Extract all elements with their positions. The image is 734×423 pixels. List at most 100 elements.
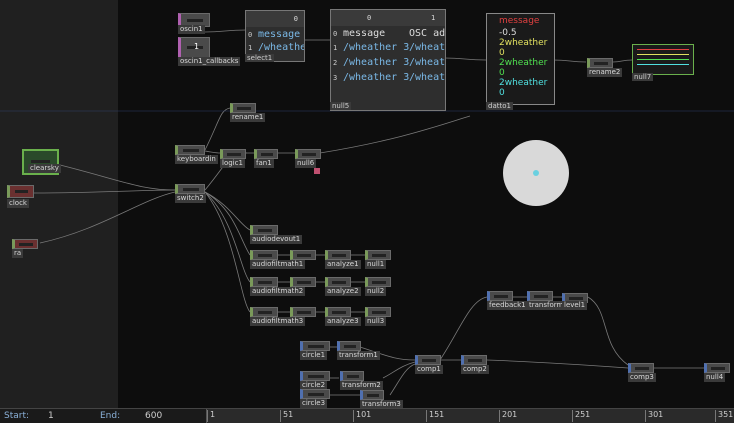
timeline-bar[interactable]: Start: 1 End: 600 1 51 101 151 201 251 3… [0, 408, 734, 423]
timeline-ruler[interactable]: 1 51 101 151 201 251 301 351 [206, 409, 734, 423]
clock-body[interactable] [7, 185, 34, 198]
comp3-body[interactable] [628, 363, 654, 373]
audiofiltmath1-body[interactable] [250, 250, 278, 260]
null2-node[interactable]: null2 [365, 277, 391, 297]
comp3-node[interactable]: comp3 [628, 363, 656, 383]
circle1-node[interactable]: circle1 [300, 341, 330, 361]
null5-viewer[interactable]: 0 1 0 message OSC add 1/wheather 3/wheathe… [330, 9, 446, 111]
switch2-node[interactable]: switch2 [175, 184, 206, 204]
comp1-node[interactable]: comp1 [415, 355, 443, 375]
tick-201: 201 [499, 410, 517, 422]
null1-node[interactable]: null1 [365, 250, 391, 270]
audiofiltmath2-b-body[interactable] [290, 277, 316, 287]
null3-body[interactable] [365, 307, 391, 317]
transform1-body[interactable] [337, 341, 361, 351]
transform-body[interactable] [527, 291, 553, 301]
transform2-node[interactable]: transform2 [340, 371, 384, 391]
circle2-node[interactable]: circle2 [300, 371, 330, 391]
analyze3-body[interactable] [325, 307, 351, 317]
null6-node[interactable]: null6 [295, 149, 321, 169]
keyboardin-node[interactable]: keyboardin [175, 145, 218, 165]
logic1-body[interactable] [220, 149, 246, 159]
null6-body[interactable] [295, 149, 321, 159]
network-editor[interactable]: oscin1 1 oscin1_callbacks 0 0 message 1/w… [0, 0, 734, 422]
datto1-text-2: 2wheather [499, 38, 548, 48]
null7-viewer[interactable] [632, 44, 694, 75]
audiofiltmath3-node[interactable]: audiofiltmath3 [250, 307, 306, 327]
analyze1-body[interactable] [325, 250, 351, 260]
analyze2-node[interactable]: analyze2 [325, 277, 361, 297]
logic1-node[interactable]: logic1 [220, 149, 246, 169]
oscin1-callbacks-label: oscin1_callbacks [178, 57, 241, 66]
rename2-body[interactable] [587, 58, 613, 68]
switch2-body[interactable] [175, 184, 205, 194]
transform-label: transform [527, 301, 566, 310]
start-value[interactable]: 1 [48, 411, 54, 421]
null4-node[interactable]: null4 [704, 363, 730, 383]
transform3-body[interactable] [360, 390, 384, 400]
clearsky-node[interactable]: clearsky [22, 149, 61, 175]
rename1-body[interactable] [230, 103, 256, 113]
circle1-body[interactable] [300, 341, 330, 351]
audiofiltmath1-b-node[interactable] [290, 250, 316, 260]
fan1-node[interactable]: fan1 [254, 149, 278, 169]
comp1-body[interactable] [415, 355, 441, 365]
audiofiltmath3-b-body[interactable] [290, 307, 316, 317]
null5-cell-0b: OSC add [409, 28, 446, 39]
circle3-node[interactable]: circle3 [300, 389, 330, 408]
oscin1-callbacks-node[interactable]: 1 oscin1_callbacks [178, 37, 241, 67]
datto1-text-4: 2wheather [499, 58, 548, 68]
analyze2-body[interactable] [325, 277, 351, 287]
audiodevout1-node[interactable]: audiodevout1 [250, 225, 303, 245]
audiofiltmath3-body[interactable] [250, 307, 278, 317]
keyboardin-body[interactable] [175, 145, 205, 155]
select1-row-1: 1/wheather [248, 42, 304, 53]
circle3-body[interactable] [300, 389, 330, 399]
datto1-text-7: 0 [499, 88, 505, 98]
datto1-viewer[interactable]: message -0.5 2wheather 0 2wheather 0 2wh… [486, 13, 555, 105]
audiofiltmath3-b-node[interactable] [290, 307, 316, 317]
audiofiltmath2-node[interactable]: audiofiltmath2 [250, 277, 306, 297]
audiofiltmath2-b-node[interactable] [290, 277, 316, 287]
null1-body[interactable] [365, 250, 391, 260]
circle2-body[interactable] [300, 371, 330, 381]
audiofiltmath1-node[interactable]: audiofiltmath1 [250, 250, 306, 270]
comp2-body[interactable] [461, 355, 487, 365]
transform2-body[interactable] [340, 371, 364, 381]
rename1-node[interactable]: rename1 [230, 103, 266, 123]
comp3-label: comp3 [628, 373, 656, 382]
audiofiltmath1-b-body[interactable] [290, 250, 316, 260]
analyze1-node[interactable]: analyze1 [325, 250, 361, 270]
ra-body[interactable] [12, 239, 38, 249]
transform3-node[interactable]: transform3 [360, 390, 403, 409]
oscin1-node[interactable]: oscin1 [178, 13, 210, 34]
comp2-node[interactable]: comp2 [461, 355, 489, 375]
circle1-label: circle1 [300, 351, 328, 360]
oscin1-value: 1 [194, 42, 200, 51]
audiodevout1-body[interactable] [250, 225, 278, 235]
rename2-node[interactable]: rename2 [587, 58, 623, 78]
feedback1-node[interactable]: feedback1 [487, 291, 528, 311]
end-value[interactable]: 600 [145, 411, 162, 421]
null6-flag-icon[interactable] [314, 168, 320, 174]
transform2-label: transform2 [340, 381, 383, 390]
ra-node[interactable]: ra [12, 239, 38, 259]
transform1-node[interactable]: transform1 [337, 341, 380, 361]
analyze3-node[interactable]: analyze3 [325, 307, 361, 327]
null5-col-0: 0 [367, 14, 372, 22]
datto1-text-5: 0 [499, 68, 505, 78]
audiofiltmath2-body[interactable] [250, 277, 278, 287]
feedback1-body[interactable] [487, 291, 513, 301]
null7-line-1 [637, 49, 689, 50]
transform-node[interactable]: transform [527, 291, 566, 311]
null2-body[interactable] [365, 277, 391, 287]
null4-body[interactable] [704, 363, 730, 373]
circle-preview [503, 140, 569, 206]
null5-cell-1a: /wheather 3 [343, 42, 410, 53]
null7-label: null7 [632, 73, 654, 81]
select1-header: 0 [246, 11, 304, 27]
level1-node[interactable]: level1 [562, 293, 588, 313]
fan1-body[interactable] [254, 149, 278, 159]
clock-node[interactable]: clock [7, 185, 34, 209]
null3-node[interactable]: null3 [365, 307, 391, 327]
